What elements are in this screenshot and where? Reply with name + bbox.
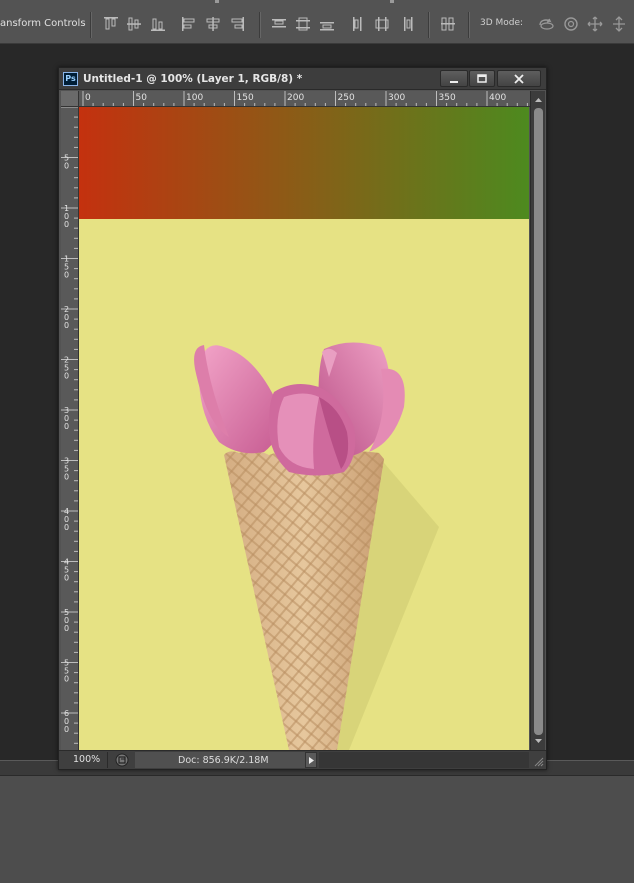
3d-mode-label: 3D Mode: (480, 18, 524, 28)
ruler-label: 0 (64, 624, 69, 633)
ruler-label: 0 (64, 372, 69, 381)
scroll-up-icon[interactable] (534, 96, 543, 104)
distribute-horizontal-centers-icon[interactable] (374, 16, 390, 32)
ruler-label: 0 (64, 725, 69, 734)
ruler-label: 0 (64, 162, 69, 171)
photoshop-app-icon: Ps (63, 72, 78, 86)
ruler-label: 50 (136, 93, 148, 103)
align-left-edges-icon[interactable] (181, 16, 197, 32)
minimize-button[interactable] (440, 70, 468, 87)
status-menu-button[interactable] (305, 752, 317, 768)
ruler-label: 0 (64, 271, 69, 280)
status-bar: 100% Doc: 856.9K/2.18M (59, 750, 546, 769)
vertical-ruler-ticks: 50100150200250300350400450500550600 (61, 107, 78, 744)
drag-3d-icon[interactable] (586, 16, 604, 32)
ruler-label: 0 (64, 675, 69, 684)
rotate-3d-icon[interactable] (538, 16, 556, 32)
align-horizontal-centers-icon[interactable] (205, 16, 221, 32)
ruler-label: 0 (64, 473, 69, 482)
ruler-label: 0 (64, 220, 69, 229)
ruler-label: 350 (439, 93, 456, 103)
panel-tick (215, 0, 219, 3)
panel-tick (390, 0, 394, 3)
horizontal-ruler-ticks: 0 50 100 150 200 250 300 350 400 (82, 91, 528, 106)
scroll-down-icon[interactable] (534, 737, 543, 745)
chevron-right-icon (309, 757, 314, 764)
maximize-icon (477, 73, 487, 83)
options-bar: ansform Controls 3D Mode: (0, 0, 634, 44)
ruler-label: 200 (287, 93, 304, 103)
separator (90, 12, 91, 38)
distribute-left-icon[interactable] (350, 16, 366, 32)
export-preview-icon[interactable] (115, 753, 129, 767)
document-canvas[interactable] (79, 107, 529, 750)
document-size: Doc: 856.9K/2.18M (178, 755, 269, 766)
document-title: Untitled-1 @ 100% (Layer 1, RGB/8) * (83, 73, 303, 85)
bottom-panel-area (0, 760, 634, 883)
maximize-button[interactable] (469, 70, 495, 87)
show-transform-controls-label[interactable]: ansform Controls (0, 18, 86, 29)
align-vertical-centers-icon[interactable] (126, 16, 142, 32)
close-button[interactable] (497, 70, 541, 87)
separator (468, 12, 469, 38)
vertical-ruler[interactable]: 50100150200250300350400450500550600 (61, 107, 79, 750)
ruler-label: 0 (85, 93, 91, 103)
status-bar-spacer (319, 752, 529, 768)
vertical-scrollbar[interactable] (530, 91, 545, 750)
roll-3d-icon[interactable] (562, 16, 580, 32)
scrollbar-thumb[interactable] (534, 108, 543, 735)
document-window[interactable]: Ps Untitled-1 @ 100% (Layer 1, RGB/8) * … (58, 67, 547, 770)
ruler-label: 100 (186, 93, 203, 103)
distribute-right-icon[interactable] (398, 16, 414, 32)
close-icon (514, 73, 524, 84)
separator (259, 12, 260, 38)
ruler-label: 0 (64, 321, 69, 330)
ruler-label: 400 (489, 93, 506, 103)
align-right-edges-icon[interactable] (229, 16, 245, 32)
resize-grip-icon[interactable] (532, 755, 544, 767)
distribute-vertical-centers-icon[interactable] (295, 16, 311, 32)
ruler-origin[interactable] (61, 91, 79, 107)
separator (428, 12, 429, 38)
document-title-bar[interactable]: Ps Untitled-1 @ 100% (Layer 1, RGB/8) * (59, 68, 546, 90)
distribute-top-icon[interactable] (271, 16, 287, 32)
ruler-label: 250 (338, 93, 355, 103)
ruler-label: 0 (64, 523, 69, 532)
separator (107, 752, 108, 768)
ice-cream-cone-tulips-photo (194, 342, 439, 750)
zoom-level[interactable]: 100% (73, 754, 100, 765)
minimize-icon (450, 80, 458, 83)
align-bottom-edges-icon[interactable] (150, 16, 166, 32)
distribute-bottom-icon[interactable] (319, 16, 335, 32)
ruler-label: 300 (388, 93, 405, 103)
slide-3d-icon[interactable] (610, 16, 628, 32)
auto-align-layers-icon[interactable] (440, 16, 456, 32)
ruler-label: 150 (237, 93, 254, 103)
horizontal-ruler[interactable]: 0 50 100 150 200 250 300 350 400 (79, 91, 531, 107)
ruler-label: 0 (64, 422, 69, 431)
ruler-label: 0 (64, 574, 69, 583)
align-top-edges-icon[interactable] (103, 16, 119, 32)
